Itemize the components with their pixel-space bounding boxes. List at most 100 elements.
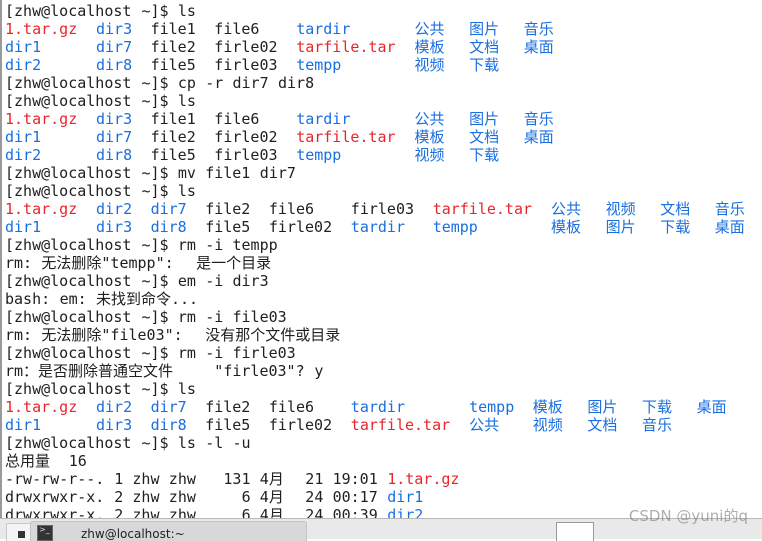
file-entry: firle03 [214,146,278,164]
terminal-window[interactable]: [zhw@localhost ~]$ ls 1.tar.gz dir3 file1 file… [0,0,762,518]
file-entry-directory: tardir [296,20,351,38]
terminal-line: dir1 dir7 file2 firle02 tarfile.tar 模板 文档 桌面 [2,38,762,56]
terminal-text: rm: [5,254,33,272]
terminal-text: [zhw@localhost [5,380,132,398]
file-entry-directory: 图片 [469,110,500,128]
terminal-text: 131 [223,470,251,488]
file-entry: firle02 [268,218,333,236]
terminal-text: 21 [305,470,324,488]
file-entry-directory: 公共 [469,416,500,434]
terminal-text: 24 [305,506,324,518]
file-entry: firle02 [268,416,333,434]
terminal-line: [zhw@localhost ~]$ ls [2,182,762,200]
terminal-line: 1.tar.gz dir2 dir7 file2 file6 firle03 tarfile… [2,200,762,218]
terminal-text: [zhw@localhost [5,272,132,290]
file-entry-archive: 1.tar.gz [5,110,78,128]
watermark: CSDN @yuni的q [628,507,748,525]
terminal-text: 2 [114,488,124,506]
file-entry: file5 [205,218,251,236]
file-entry-directory: 视频 [414,56,445,74]
terminal-text: tempp [232,236,278,254]
file-entry: file2 [205,398,251,416]
terminal-text: -i [205,308,224,326]
file-entry-directory: dir1 [5,38,42,56]
terminal-text: 无法删除"tempp": [41,254,174,272]
terminal-text: ~]$ [141,434,169,452]
terminal-text: zhw [168,488,196,506]
terminal-line: dir2 dir8 file5 firle03 tempp 视频 下载 [2,56,762,74]
terminal-text: 24 [305,488,324,506]
terminal-text: ls [177,434,196,452]
terminal-text: ~]$ [141,182,169,200]
terminal-text: dir7 [259,164,296,182]
file-entry-directory: 模板 [414,128,445,146]
terminal-text: em [177,272,196,290]
file-entry-directory: dir2 [96,200,133,218]
terminal-text: [zhw@localhost [5,164,132,182]
terminal-text: [zhw@localhost [5,308,132,326]
file-entry: firle02 [214,38,278,56]
file-entry-directory: dir7 [150,200,187,218]
file-entry-directory: 视频 [414,146,445,164]
terminal-text: cp [177,74,196,92]
file-entry-directory: 视频 [532,416,563,434]
file-entry-directory: dir8 [96,146,133,164]
file-entry-directory: 图片 [605,218,636,236]
terminal-text: ~]$ [141,92,169,110]
file-entry-directory: dir7 [150,398,187,416]
terminal-text: 6 [241,488,251,506]
terminal-text: [zhw@localhost [5,182,132,200]
file-entry: file1 [150,20,196,38]
file-entry: file5 [205,416,251,434]
terminal-text: ~]$ [141,236,169,254]
terminal-text: rm: [5,326,33,344]
terminal-line: dir1 dir3 dir8 file5 firle02 tardir tempp 模板 图片 下… [2,218,762,236]
file-entry-directory: 桌面 [523,128,554,146]
terminal-text: drwxrwxr-x. [5,506,105,518]
file-entry-directory: tempp [296,146,342,164]
file-entry: file2 [150,38,196,56]
taskbar-terminal-button[interactable]: zhw@localhost:~ [30,521,307,541]
file-entry-directory: 模板 [414,38,445,56]
terminal-line: [zhw@localhost ~]$ ls [2,380,762,398]
terminal-text: dir7 [232,74,269,92]
terminal-text: -l [205,434,224,452]
file-entry: file6 [214,110,260,128]
terminal-text: [zhw@localhost [5,434,132,452]
terminal-line: dir1 dir3 dir8 file5 firle02 tarfile.tar 公共 视频 文… [2,416,762,434]
file-entry-directory: 桌面 [714,218,745,236]
file-entry-directory: 音乐 [714,200,745,218]
file-entry-directory: 下载 [469,146,500,164]
terminal-text: ls [177,2,196,20]
file-entry-directory: 模板 [532,398,563,416]
file-entry-directory: 音乐 [523,20,554,38]
file-entry-directory: 模板 [551,218,582,236]
terminal-text: 16 [68,452,87,470]
terminal-text: 4月 [259,488,284,506]
terminal-line: [zhw@localhost ~]$ ls [2,2,762,20]
terminal-text: mv [177,164,196,182]
show-desktop-icon [18,531,25,538]
terminal-text: [zhw@localhost [5,74,132,92]
terminal-text: ~]$ [141,272,169,290]
terminal-line: dir2 dir8 file5 firle03 tempp 视频 下载 [2,146,762,164]
terminal-text: zhw [168,506,196,518]
file-entry-directory: dir1 [5,218,42,236]
terminal-text: [zhw@localhost [5,2,132,20]
workspace-switcher[interactable] [556,522,594,541]
terminal-text: 未找到命令... [96,290,199,308]
terminal-text: drwxrwxr-x. [5,488,105,506]
terminal-text: 没有那个文件或目录 [205,326,341,344]
file-entry: file2 [150,128,196,146]
terminal-text: rm [177,308,196,326]
file-entry-archive: 1.tar.gz [5,200,78,218]
file-entry-directory: dir3 [96,416,133,434]
file-entry-directory: dir2 [5,56,42,74]
terminal-text: ~]$ [141,164,169,182]
terminal-line: -rw-rw-r--. 1 zhw zhw 131 4月 21 19:01 1.tar.gz [2,470,762,488]
show-desktop-button[interactable] [6,523,32,541]
terminal-text: zhw [132,470,160,488]
terminal-line: [zhw@localhost ~]$ mv file1 dir7 [2,164,762,182]
terminal-text: y [314,362,324,380]
file-entry: firle03 [214,56,278,74]
